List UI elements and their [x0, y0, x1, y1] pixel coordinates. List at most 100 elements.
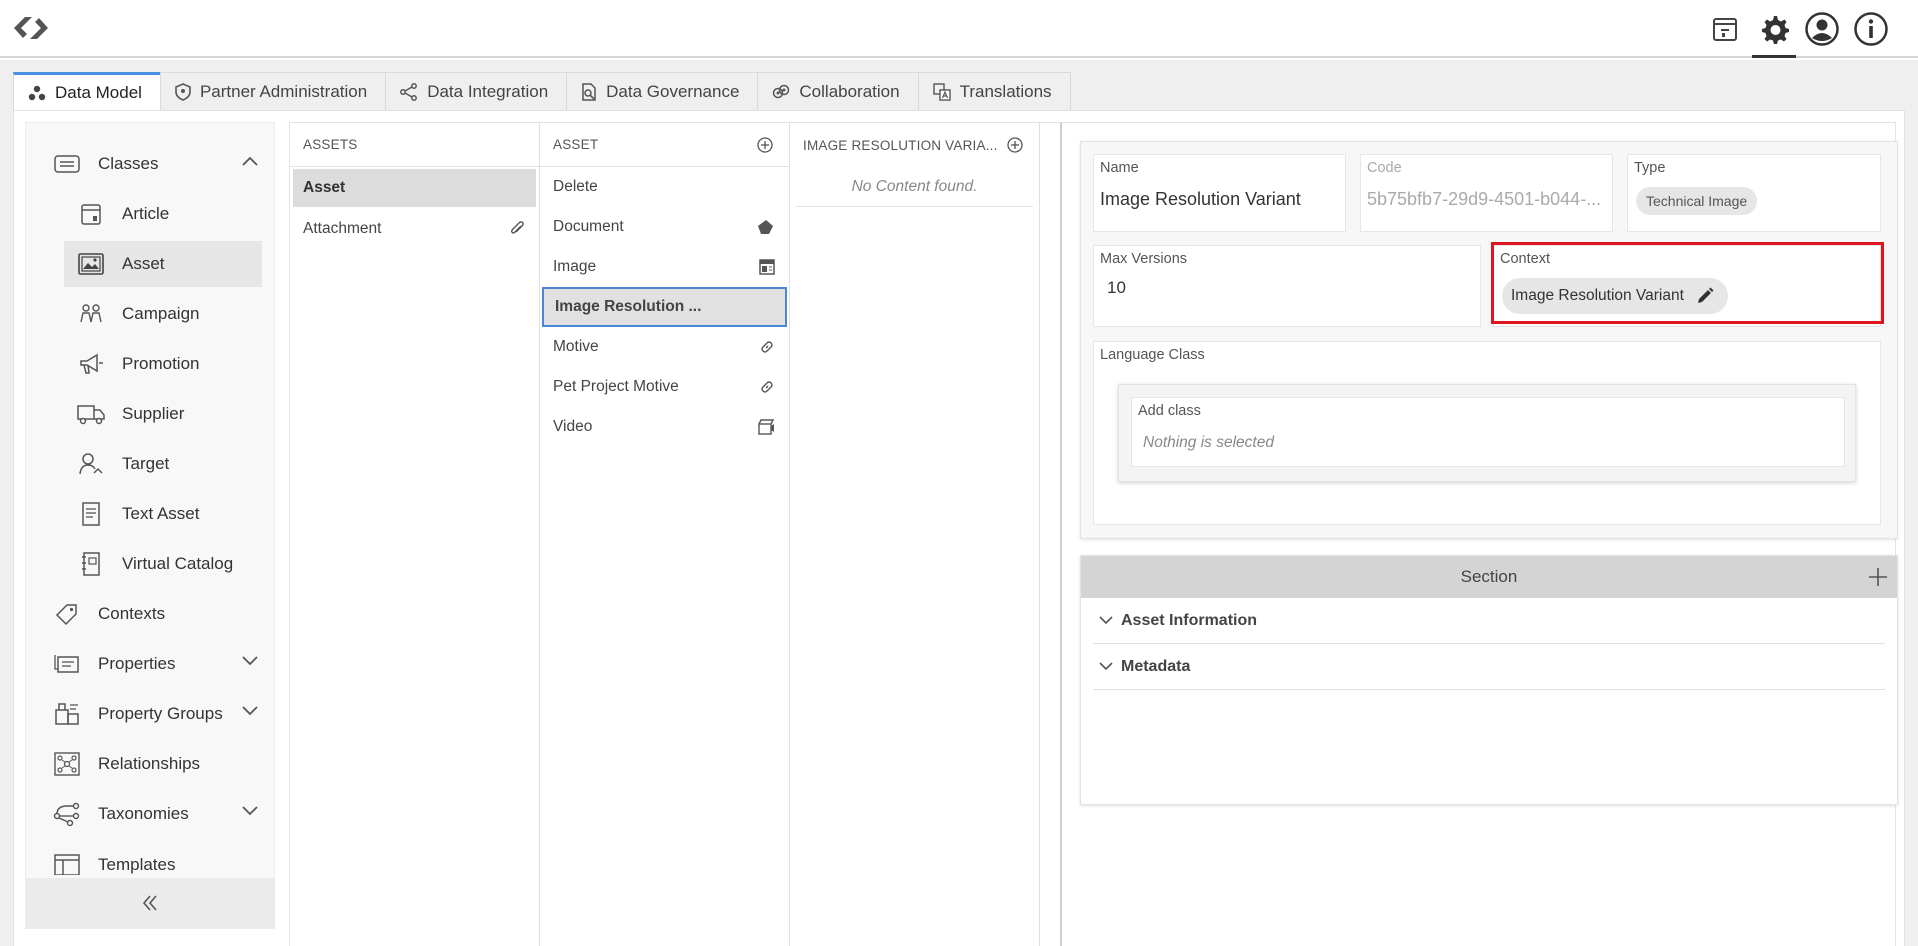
sidebar-item-classes[interactable]: Classes	[26, 141, 274, 187]
archive-icon[interactable]	[1705, 9, 1745, 49]
accordion-label: Metadata	[1121, 657, 1191, 675]
list-item-document[interactable]: Document	[540, 207, 789, 247]
sidebar-item-campaign[interactable]: Campaign	[26, 291, 274, 337]
list-item-pet-project-motive[interactable]: Pet Project Motive	[540, 367, 789, 407]
column-title: IMAGE RESOLUTION VARIA...	[803, 137, 998, 153]
sidebar-item-text-asset[interactable]: Text Asset	[26, 491, 274, 537]
chevron-down-icon[interactable]	[242, 806, 258, 816]
list-item-image[interactable]: Image	[540, 247, 789, 287]
sidebar-item-label: Supplier	[122, 404, 185, 423]
sidebar-item-article[interactable]: Article	[26, 191, 274, 237]
empty-state: No Content found.	[796, 167, 1033, 207]
tab-data-governance[interactable]: Data Governance	[566, 72, 759, 110]
list-item-delete[interactable]: Delete	[540, 167, 789, 207]
target-icon	[74, 452, 108, 476]
chevron-down-icon	[1099, 662, 1113, 671]
select-placeholder: Nothing is selected	[1143, 434, 1274, 451]
tab-data-integration[interactable]: Data Integration	[385, 72, 568, 110]
tab-label: Data Model	[55, 82, 142, 102]
sidebar-item-contexts[interactable]: Contexts	[26, 591, 274, 637]
sidebar-item-templates[interactable]: Templates	[26, 841, 274, 875]
logo-icon[interactable]	[8, 11, 54, 45]
paperclip-icon	[510, 221, 524, 234]
list-item-label: Image	[553, 258, 597, 275]
tab-translations[interactable]: Translations	[917, 72, 1071, 110]
relationships-icon	[50, 752, 84, 776]
chevron-up-icon[interactable]	[242, 156, 258, 166]
info-icon[interactable]	[1851, 9, 1891, 49]
link-icon	[761, 381, 773, 393]
list-item-asset[interactable]: Asset	[293, 169, 536, 207]
chevron-down-icon[interactable]	[242, 656, 258, 666]
column-header: ASSETS	[290, 123, 539, 167]
add-circle-icon[interactable]	[757, 137, 773, 153]
sidebar-item-label: Relationships	[98, 754, 201, 773]
link-icon	[761, 341, 773, 353]
sidebar-item-relationships[interactable]: Relationships	[26, 741, 274, 787]
list-item-video[interactable]: Video	[540, 407, 789, 447]
shapes-icon	[758, 220, 773, 234]
column-title: ASSET	[553, 137, 599, 152]
type-field[interactable]: Type Technical Image	[1627, 154, 1881, 232]
tab-label: Data Integration	[427, 81, 549, 101]
tab-collaboration[interactable]: Collaboration	[757, 72, 919, 110]
user-icon[interactable]	[1802, 9, 1842, 49]
assets-column: ASSETS Asset Attachment	[290, 123, 540, 946]
sidebar-item-property-groups[interactable]: Property Groups	[26, 691, 274, 737]
sidebar-item-virtual-catalog[interactable]: Virtual Catalog	[26, 541, 274, 587]
tab-label: Data Governance	[606, 81, 740, 101]
detail-panel: Name Image Resolution Variant Code 5b75b…	[1060, 123, 1898, 946]
field-label: Max Versions	[1100, 251, 1188, 267]
list-item-label: Document	[553, 218, 624, 235]
field-label: Type	[1634, 160, 1666, 176]
column-title: ASSETS	[303, 137, 358, 152]
list-item-label: Video	[553, 418, 593, 435]
sidebar-collapse-button[interactable]	[26, 878, 274, 928]
add-circle-icon[interactable]	[1007, 137, 1023, 153]
accordion-label: Asset Information	[1121, 611, 1258, 629]
add-class-select[interactable]: Add class Nothing is selected	[1131, 397, 1845, 467]
chevron-down-icon[interactable]	[242, 706, 258, 716]
tab-data-model[interactable]: Data Model	[13, 72, 161, 110]
sidebar-item-target[interactable]: Target	[26, 441, 274, 487]
list-item-attachment[interactable]: Attachment	[290, 209, 539, 249]
tab-label: Translations	[959, 81, 1052, 101]
max-versions-field[interactable]: Max Versions 10	[1093, 245, 1481, 327]
megaphone-icon	[74, 352, 108, 376]
data-model-icon	[28, 85, 46, 100]
sidebar-item-supplier[interactable]: Supplier	[26, 391, 274, 437]
field-value: Image Resolution Variant	[1100, 189, 1301, 209]
sidebar-item-taxonomies[interactable]: Taxonomies	[26, 791, 274, 837]
section-header: Section	[1081, 556, 1897, 598]
workspace: Data Model Partner Administration Data I…	[0, 60, 1918, 946]
sidebar: Classes Article Asset Campaign Promotion	[25, 122, 275, 929]
gear-icon[interactable]	[1752, 9, 1796, 58]
tab-partner-administration[interactable]: Partner Administration	[159, 72, 387, 110]
list-item-motive[interactable]: Motive	[540, 327, 789, 367]
field-value: 5b75bfb7-29d9-4501-b044-...	[1367, 189, 1602, 209]
plus-icon[interactable]	[1867, 566, 1889, 588]
field-label: Name	[1100, 160, 1139, 176]
sidebar-item-promotion[interactable]: Promotion	[26, 341, 274, 387]
properties-icon	[50, 654, 84, 674]
sidebar-item-label: Classes	[98, 154, 159, 173]
list-item-label: Image Resolution ...	[555, 298, 702, 315]
shield-icon	[175, 82, 191, 101]
name-field[interactable]: Name Image Resolution Variant	[1093, 154, 1346, 232]
main-tabs: Data Model Partner Administration Data I…	[13, 72, 1071, 110]
governance-icon	[582, 82, 596, 101]
main-panel: Classes Article Asset Campaign Promotion	[13, 110, 1905, 946]
list-item-label: Delete	[553, 178, 598, 195]
sidebar-item-label: Templates	[98, 855, 176, 874]
sidebar-item-label: Property Groups	[98, 704, 223, 723]
list-item-image-resolution[interactable]: Image Resolution ...	[542, 287, 787, 327]
sidebar-item-asset[interactable]: Asset	[64, 241, 262, 287]
accordion-asset-information[interactable]: Asset Information	[1093, 598, 1885, 644]
type-chip[interactable]: Technical Image	[1636, 187, 1758, 215]
sidebar-item-label: Taxonomies	[98, 804, 189, 823]
accordion-metadata[interactable]: Metadata	[1093, 644, 1885, 690]
sidebar-item-properties[interactable]: Properties	[26, 641, 274, 687]
column-browser: ASSETS Asset Attachment ASSET Delete Doc…	[289, 122, 1898, 946]
top-bar	[0, 0, 1918, 58]
sidebar-item-label: Virtual Catalog	[122, 554, 234, 573]
